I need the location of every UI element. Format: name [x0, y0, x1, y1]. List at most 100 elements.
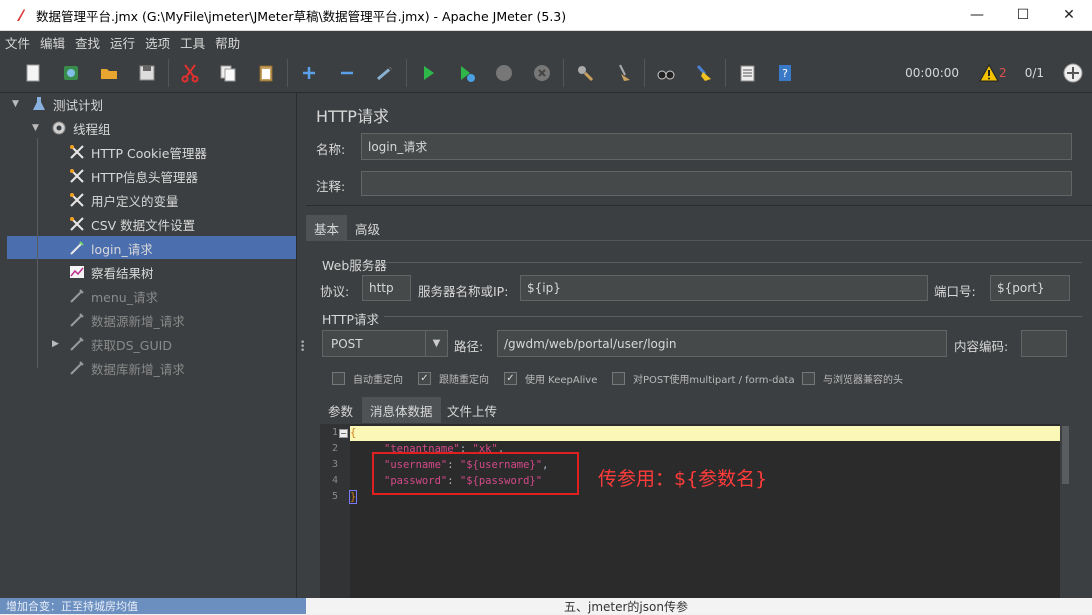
multipart-checkbox[interactable]: 对POST使用multipart / form-data	[612, 371, 795, 386]
tab-advanced[interactable]: 高级	[347, 215, 388, 241]
save-button[interactable]	[128, 57, 166, 89]
keepalive-checkbox[interactable]: ✓ 使用 KeepAlive	[504, 371, 597, 386]
expand-arrow-icon[interactable]: ▼	[12, 99, 24, 109]
group-divider	[384, 316, 1082, 317]
splitter-grip-icon: • • •	[300, 338, 306, 356]
checkbox-label: 自动重定向	[353, 375, 403, 386]
vertical-splitter[interactable]: • • •	[296, 93, 306, 614]
protocol-field[interactable]: http	[362, 275, 411, 301]
tree-node-header-manager[interactable]: HTTP信息头管理器	[68, 165, 198, 187]
tree-node-cookie-manager[interactable]: HTTP Cookie管理器	[68, 141, 207, 163]
comment-label: 注释:	[316, 179, 346, 194]
search-button[interactable]	[647, 57, 685, 89]
checkbox-box[interactable]	[332, 372, 345, 385]
collapse-button[interactable]	[328, 57, 366, 89]
method-select[interactable]: POST ▼	[322, 330, 448, 357]
auto-redirect-checkbox[interactable]: 自动重定向	[332, 371, 403, 386]
tab-basic[interactable]: 基本	[306, 215, 348, 241]
encoding-field[interactable]	[1021, 330, 1067, 357]
menu-search[interactable]: 查找	[70, 33, 105, 52]
tree-node-thread-group[interactable]: ▼ 线程组	[32, 117, 111, 139]
new-button[interactable]	[14, 57, 52, 89]
paste-button[interactable]	[247, 57, 285, 89]
menu-tools[interactable]: 工具	[175, 33, 210, 52]
thread-count: 0/1	[1024, 66, 1044, 80]
open-folder-icon	[101, 68, 117, 79]
scrollbar-thumb[interactable]	[1062, 426, 1069, 484]
tree-node-test-plan[interactable]: ▼ 测试计划	[12, 93, 103, 115]
warning-indicator[interactable]: 2	[979, 64, 1007, 82]
start-button[interactable]	[409, 57, 447, 89]
gear-icon	[50, 119, 68, 137]
close-button[interactable]: ✕	[1046, 0, 1092, 31]
tree-node-login-request[interactable]: login_请求	[68, 237, 153, 259]
menu-file[interactable]: 文件	[0, 33, 35, 52]
tree-node-results-tree[interactable]: 察看结果树	[68, 261, 154, 283]
editor-scrollbar[interactable]	[1060, 424, 1071, 614]
browser-headers-checkbox[interactable]: 与浏览器兼容的头	[802, 371, 903, 386]
shutdown-button[interactable]	[523, 57, 561, 89]
tree-node-menu-request[interactable]: menu_请求	[68, 285, 158, 307]
templates-button[interactable]	[52, 57, 90, 89]
path-field[interactable]: /gwdm/web/portal/user/login	[497, 330, 947, 357]
tree-node-get-ds-guid[interactable]: ▶ 获取DS_GUID	[52, 333, 172, 355]
fold-minus-icon[interactable]: −	[339, 429, 348, 438]
tree-node-user-variables[interactable]: 用户定义的变量	[68, 189, 179, 211]
tree-node-csv-config[interactable]: CSV 数据文件设置	[68, 213, 195, 235]
tab-file-upload[interactable]: 文件上传	[439, 397, 505, 423]
plus-icon	[303, 66, 315, 79]
tree-node-label: HTTP信息头管理器	[91, 169, 198, 185]
menu-bar: 文件 编辑 查找 运行 选项 工具 帮助	[0, 31, 1092, 53]
expand-arrow-icon[interactable]: ▼	[32, 123, 44, 133]
chevron-down-icon[interactable]: ▼	[425, 331, 447, 356]
copy-button[interactable]	[209, 57, 247, 89]
follow-redirects-checkbox[interactable]: ✓ 跟随重定向	[418, 371, 489, 386]
checkbox-box[interactable]	[612, 372, 625, 385]
maximize-button[interactable]: ☐	[1000, 0, 1046, 31]
server-field[interactable]: ${ip}	[520, 275, 928, 301]
tool-icon	[68, 143, 86, 161]
help-book-icon: ?	[779, 64, 791, 81]
minimize-button[interactable]: —	[954, 0, 1000, 31]
function-helper-button[interactable]	[728, 57, 766, 89]
toggle-button[interactable]	[366, 57, 404, 89]
horizontal-splitter[interactable]	[306, 205, 1092, 213]
tab-parameters[interactable]: 参数	[320, 397, 361, 423]
reset-search-button[interactable]	[685, 57, 723, 89]
toolbar-separator	[725, 58, 726, 87]
tree-node-label: HTTP Cookie管理器	[91, 145, 207, 161]
chart-icon	[68, 263, 86, 281]
open-button[interactable]	[90, 57, 128, 89]
checkbox-box[interactable]: ✓	[504, 372, 517, 385]
remote-status-button[interactable]	[1054, 57, 1092, 89]
toolbar-separator	[406, 58, 407, 87]
checkbox-box[interactable]: ✓	[418, 372, 431, 385]
clear-button[interactable]	[566, 57, 604, 89]
tree-node-database-add-request[interactable]: 数据库新增_请求	[68, 357, 185, 379]
tree-node-label: CSV 数据文件设置	[91, 217, 196, 233]
templates-icon	[64, 65, 78, 80]
collapse-arrow-icon[interactable]: ▶	[52, 339, 64, 349]
menu-help[interactable]: 帮助	[210, 33, 245, 52]
start-no-pause-button[interactable]	[447, 57, 485, 89]
menu-edit[interactable]: 编辑	[35, 33, 70, 52]
menu-run[interactable]: 运行	[105, 33, 140, 52]
tool-icon	[68, 215, 86, 233]
code-line-1: {	[350, 427, 357, 439]
expand-button[interactable]	[290, 57, 328, 89]
comment-field[interactable]	[361, 171, 1072, 196]
checkbox-box[interactable]	[802, 372, 815, 385]
tool-icon	[68, 191, 86, 209]
cut-button[interactable]	[171, 57, 209, 89]
annotation-text: 传参用：${参数名}	[598, 468, 768, 490]
port-field[interactable]: ${port}	[990, 275, 1070, 301]
warning-count: 2	[999, 66, 1007, 80]
clear-all-button[interactable]	[604, 57, 642, 89]
name-field[interactable]: login_请求	[361, 133, 1072, 160]
save-icon	[139, 65, 155, 80]
stop-button[interactable]	[485, 57, 523, 89]
tab-body-data[interactable]: 消息体数据	[362, 397, 441, 423]
help-button[interactable]: ?	[766, 57, 804, 89]
tree-node-datasource-add-request[interactable]: 数据源新增_请求	[68, 309, 185, 331]
menu-options[interactable]: 选项	[140, 33, 175, 52]
